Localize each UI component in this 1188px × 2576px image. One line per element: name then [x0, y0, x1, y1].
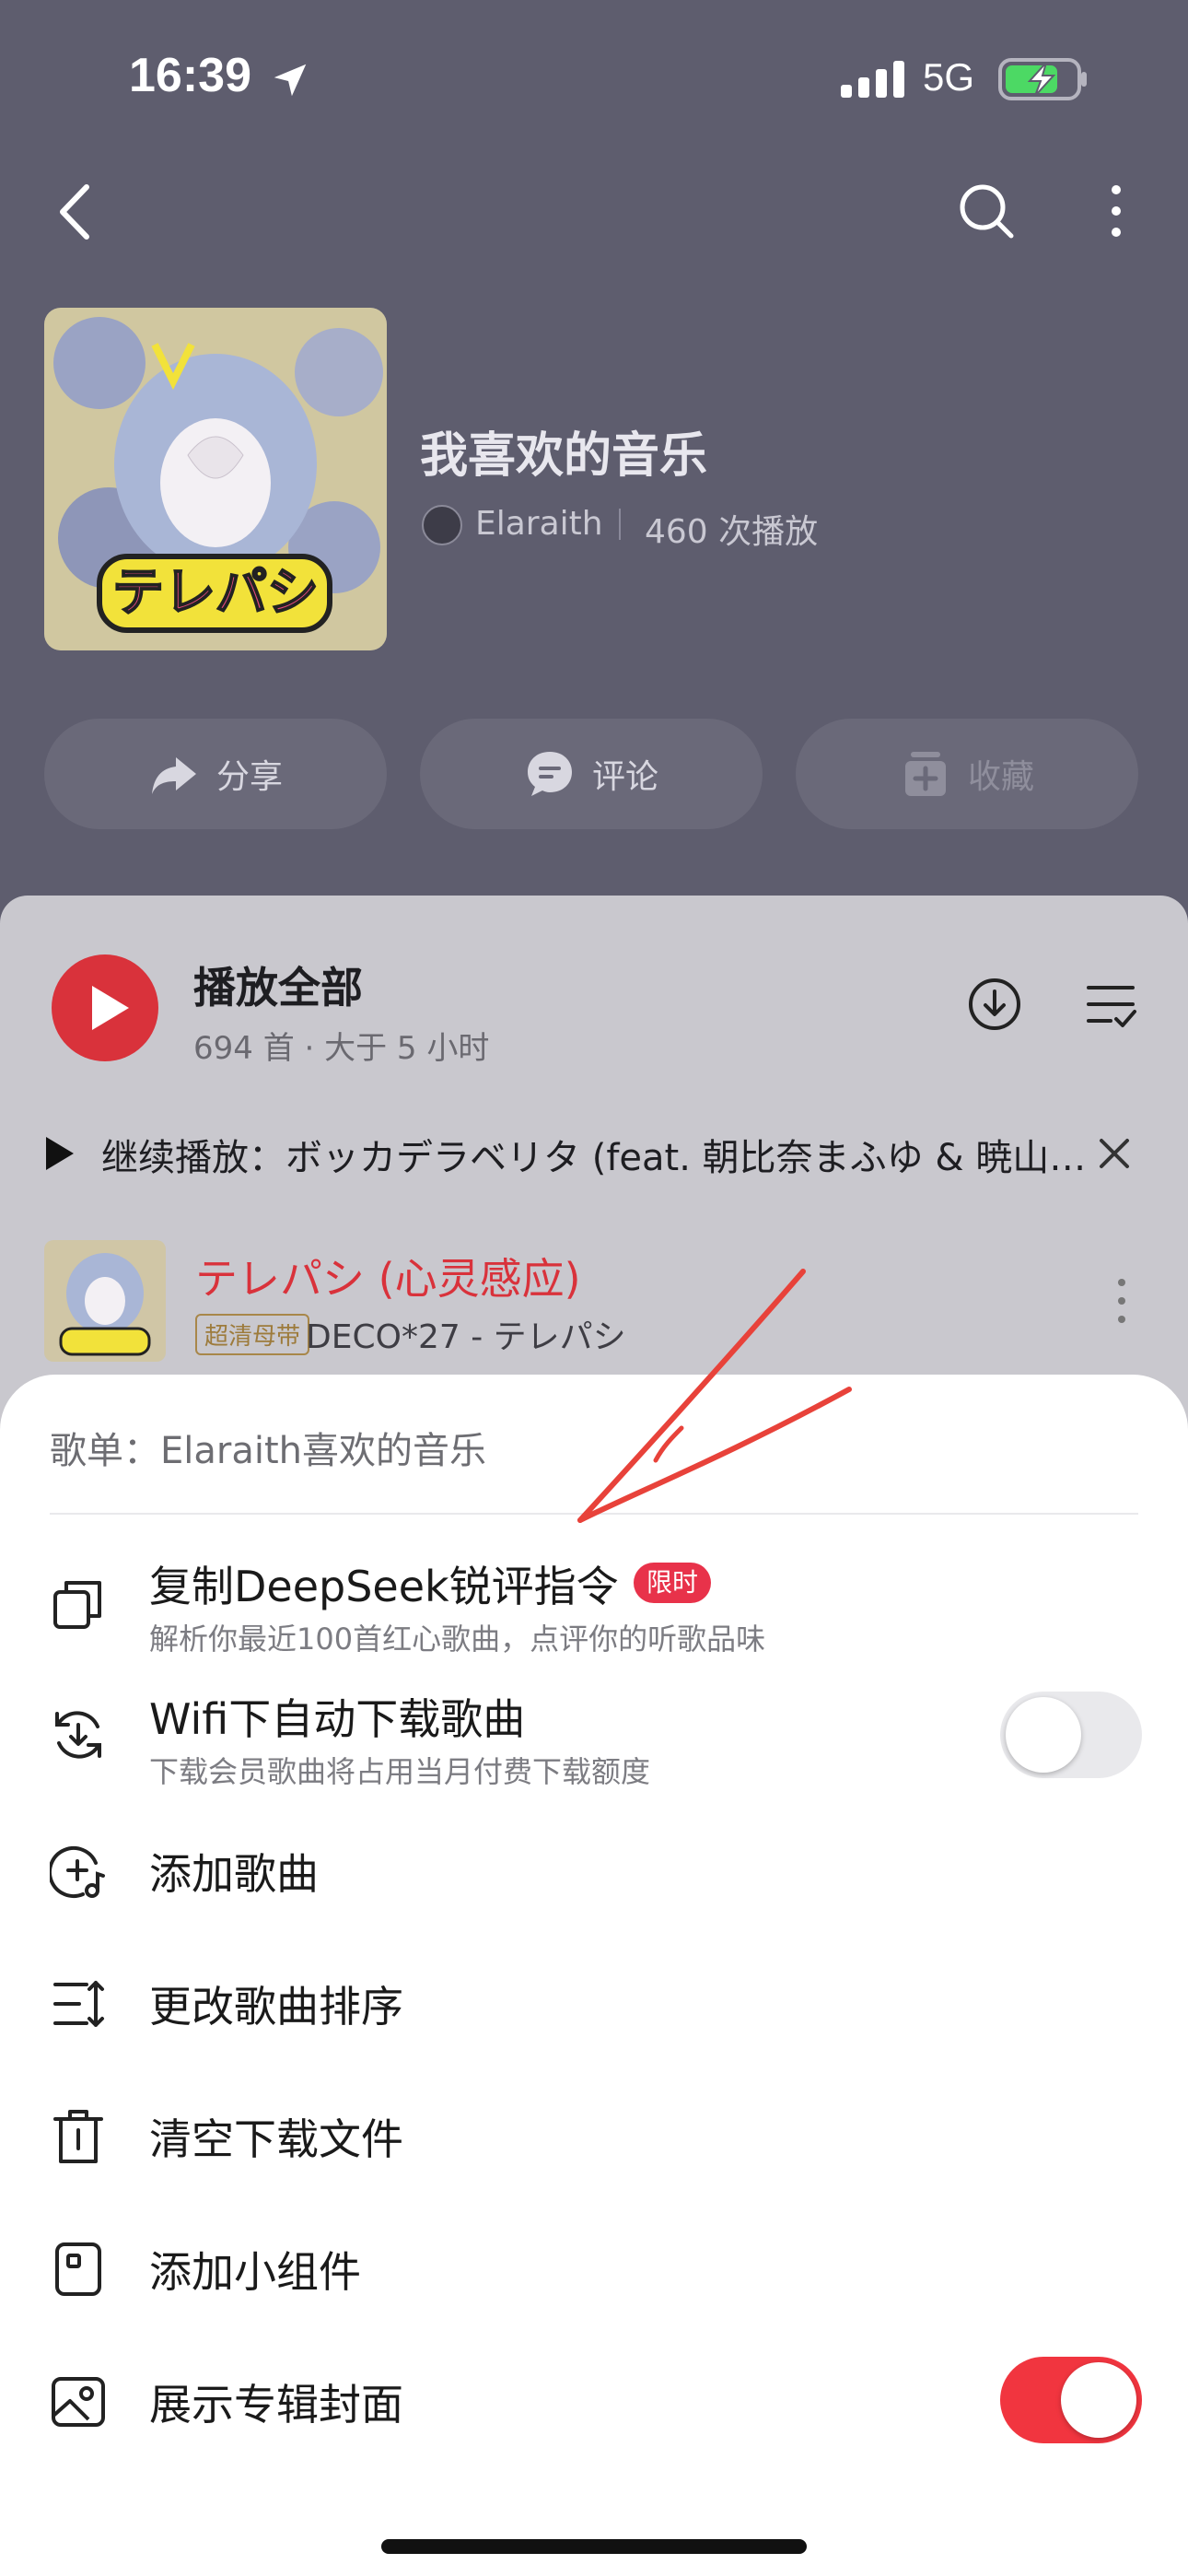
- search-icon[interactable]: [956, 181, 1017, 241]
- sort-order-icon: [53, 1981, 104, 2027]
- menu-show-cover-label: 展示专辑封面: [149, 2380, 403, 2430]
- toggle-knob: [1061, 2362, 1136, 2438]
- play-all-meta: 694 首 · 大于 5 小时: [193, 1030, 490, 1067]
- home-indicator: [381, 2539, 807, 2554]
- menu-add-song-label[interactable]: 添加歌曲: [149, 1841, 319, 1902]
- menu-add-widget-label[interactable]: 添加小组件: [149, 2239, 361, 2300]
- signal-bars-icon: [841, 61, 904, 98]
- comment-button[interactable]: 评论: [420, 719, 763, 829]
- image-icon: [52, 2377, 105, 2427]
- share-button[interactable]: 分享: [44, 719, 387, 829]
- playlist-title: 我喜欢的音乐: [420, 428, 708, 484]
- collect-label: 收藏: [967, 758, 1034, 796]
- song-more-icon[interactable]: [1112, 1275, 1131, 1327]
- trash-icon: [53, 2110, 103, 2163]
- quality-badge: 超清母带: [195, 1314, 310, 1355]
- sheet-header: 歌单：Elaraith喜欢的音乐: [50, 1430, 487, 1472]
- continue-play-bar[interactable]: 继续播放：ボッカデラベリタ (feat. 朝比奈まふゆ & 暁山瑞希): [44, 1124, 1149, 1190]
- collect-add-icon: [904, 752, 946, 796]
- close-icon[interactable]: [1096, 1135, 1133, 1172]
- playlist-cover-image[interactable]: テレパシ: [44, 308, 387, 650]
- menu-copy-deepseek-label[interactable]: 复制DeepSeek锐评指令: [149, 1553, 619, 1614]
- battery-charging-icon: [998, 58, 1087, 100]
- location-arrow-icon: [274, 64, 307, 97]
- copy-icon: [53, 1581, 101, 1629]
- menu-clear-downloads-label[interactable]: 清空下载文件: [149, 2106, 403, 2167]
- collect-button[interactable]: 收藏: [796, 719, 1138, 829]
- wifi-download-toggle[interactable]: [1000, 1692, 1142, 1778]
- menu-change-order-label[interactable]: 更改歌曲排序: [149, 1973, 403, 2034]
- comment-label: 评论: [591, 758, 658, 796]
- menu-copy-deepseek-sub: 解析你最近100首红心歌曲，点评你的听歌品味: [149, 1622, 766, 1657]
- play-icon: [92, 986, 129, 1030]
- svg-text:テレパシ: テレパシ: [112, 563, 319, 623]
- owner-avatar[interactable]: [422, 505, 462, 545]
- song-thumbnail[interactable]: [44, 1240, 166, 1362]
- meta-divider: [619, 509, 621, 540]
- back-chevron-icon[interactable]: [52, 180, 98, 244]
- more-vertical-icon[interactable]: [1096, 181, 1136, 241]
- playlist-owner[interactable]: Elaraith: [475, 505, 603, 543]
- comment-bubble-icon: [527, 752, 572, 796]
- download-icon[interactable]: [967, 977, 1022, 1032]
- sheet-divider: [50, 1513, 1138, 1515]
- share-label: 分享: [215, 758, 283, 796]
- limited-badge: 限时: [634, 1563, 712, 1603]
- show-cover-toggle[interactable]: [1000, 2357, 1142, 2443]
- play-count: 460 次播放: [645, 513, 819, 551]
- toggle-knob: [1006, 1697, 1081, 1773]
- play-all-label[interactable]: 播放全部: [193, 954, 363, 1015]
- play-all-button[interactable]: [52, 954, 158, 1061]
- play-small-icon: [46, 1137, 74, 1170]
- song-title[interactable]: テレパシ (心灵感应): [195, 1246, 581, 1306]
- widget-icon: [55, 2242, 101, 2296]
- status-time: 16:39: [129, 49, 251, 102]
- song-artist: DECO*27 - テレパシ: [306, 1318, 626, 1356]
- auto-download-icon: [55, 1711, 101, 1759]
- menu-wifi-download-sub: 下载会员歌曲将占用当月付费下载额度: [149, 1754, 651, 1789]
- share-arrow-icon: [151, 757, 196, 794]
- multi-select-list-icon[interactable]: [1085, 982, 1136, 1028]
- network-type: 5G: [923, 55, 975, 99]
- add-song-icon: [50, 1846, 105, 1898]
- menu-wifi-download-label: Wifi下自动下载歌曲: [149, 1694, 526, 1744]
- continue-play-text: 继续播放：ボッカデラベリタ (feat. 朝比奈まふゆ & 暁山瑞希): [101, 1137, 1105, 1179]
